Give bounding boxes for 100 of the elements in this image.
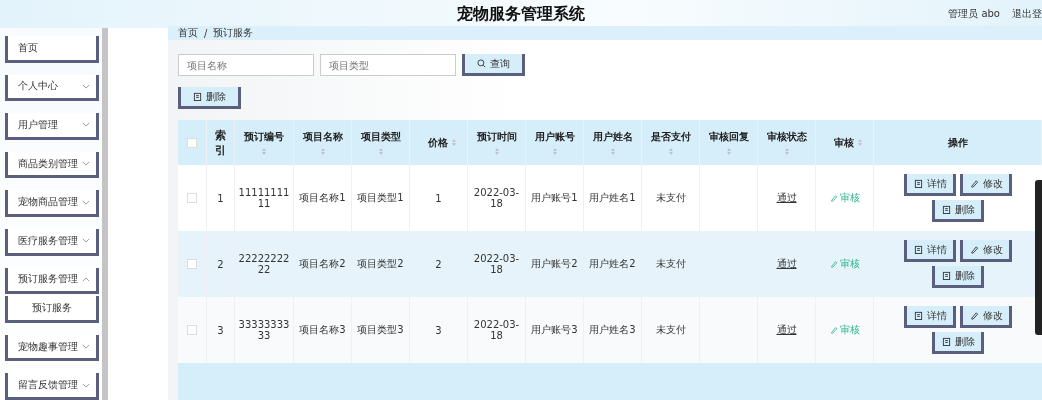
user-label: 管理员 abo (948, 7, 1000, 21)
table-cell: 项目类型2 (357, 257, 404, 271)
table-cell: 1 (435, 192, 442, 204)
column-header: 审核回复 (708, 130, 749, 144)
detail-button[interactable]: 详情 (904, 240, 956, 262)
menu-label: 医疗服务管理 (18, 233, 78, 248)
sort-icon[interactable] (378, 148, 383, 155)
detail-button[interactable]: 详情 (904, 306, 956, 328)
table-cell-text: 2022-03-18 (472, 187, 521, 209)
column-header: 索引 (215, 127, 226, 158)
table-cell: 未支付 (655, 323, 686, 337)
breadcrumb-link[interactable]: 首页 (178, 26, 198, 40)
table-cell: 用户姓名3 (589, 323, 636, 337)
table-cell: 1 (217, 192, 224, 204)
edit-button[interactable]: 修改 (960, 240, 1012, 262)
pen-icon (829, 326, 838, 334)
sidebar-subitem[interactable]: 预订服务 (5, 296, 99, 323)
sort-icon[interactable] (668, 148, 673, 155)
document-icon (913, 245, 923, 254)
pen-icon (969, 179, 979, 188)
column-header: 用户姓名 (592, 130, 633, 144)
sort-icon[interactable] (262, 148, 266, 155)
row-checkbox[interactable] (187, 193, 197, 203)
sort-icon[interactable] (320, 148, 325, 155)
search-field[interactable]: 项目名称 (178, 54, 314, 76)
sidebar-item[interactable]: 预订服务管理 (5, 267, 99, 295)
table-cell: 2222222222 (238, 253, 290, 275)
sort-icon[interactable] (610, 148, 615, 155)
column-header: 价格 (426, 135, 448, 150)
sort-icon[interactable] (784, 148, 789, 155)
sort-icon[interactable] (726, 148, 731, 155)
table-cell: 未支付 (655, 257, 686, 271)
table-cell: 用户姓名2 (589, 257, 636, 271)
select-all-checkbox[interactable] (187, 137, 197, 148)
trash-icon (941, 205, 951, 214)
sidebar-item[interactable]: 商品类别管理 (5, 151, 99, 179)
table-cell: 用户账号2 (531, 257, 578, 271)
table-cell: 3 (217, 324, 224, 336)
table-cell: 2 (435, 258, 442, 270)
menu-label: 用户管理 (18, 118, 58, 132)
table-cell: 用户账号1 (531, 191, 578, 205)
scrollbar[interactable] (102, 28, 108, 400)
sidebar-item[interactable]: 用户管理 (5, 113, 99, 140)
table-cell: 2 (217, 258, 224, 270)
document-icon (913, 311, 923, 320)
search-button[interactable]: 查询 (462, 54, 525, 76)
sidebar-item[interactable]: 宠物商品管理 (5, 190, 99, 217)
column-header: 审核 (832, 135, 854, 150)
menu-label: 商品类别管理 (18, 156, 78, 171)
sidebar-item[interactable]: 首页 (5, 36, 99, 63)
table-cell: 1111111111 (238, 187, 290, 209)
breadcrumb-separator: / (204, 27, 208, 39)
column-header: 操作 (947, 135, 968, 150)
pen-icon (829, 260, 838, 268)
row-checkbox[interactable] (187, 325, 197, 335)
sidebar-item[interactable]: 留言反馈管理 (5, 373, 99, 400)
sort-icon[interactable] (494, 148, 499, 155)
delete-button[interactable]: 删除 (932, 200, 984, 222)
table-cell-text: 2022-03-18 (472, 253, 521, 275)
column-header: 是否支付 (650, 130, 691, 144)
edit-button[interactable]: 修改 (960, 174, 1012, 196)
breadcrumb-link[interactable]: 预订服务 (213, 26, 254, 40)
table-cell: 未支付 (655, 191, 686, 205)
logout-link[interactable]: 退出登 (1012, 7, 1042, 21)
menu-label: 预订服务管理 (18, 272, 78, 287)
delete-button[interactable]: 删除 (178, 87, 241, 109)
document-icon (913, 179, 923, 188)
search-field[interactable]: 项目类型 (320, 54, 456, 76)
table-cell: 3333333333 (238, 319, 290, 341)
menu-label: 留言反馈管理 (18, 378, 78, 393)
column-header: 预订编号 (244, 130, 284, 144)
trash-icon (941, 271, 951, 280)
table-cell: 通过 (776, 323, 797, 337)
table-cell: 用户账号3 (531, 323, 578, 337)
sidebar-item[interactable]: 医疗服务管理 (5, 228, 99, 256)
table-cell: 通过 (776, 191, 797, 205)
menu-label: 个人中心 (18, 79, 58, 94)
sort-icon[interactable] (857, 139, 862, 146)
sort-icon[interactable] (451, 139, 456, 146)
detail-button[interactable]: 详情 (904, 174, 956, 196)
table-cell: 项目类型1 (357, 191, 404, 205)
sidebar-item[interactable]: 宠物趣事管理 (5, 334, 99, 362)
app-title: 宠物服务管理系统 (457, 3, 585, 25)
menu-label: 宠物趣事管理 (18, 339, 78, 354)
table-cell: 用户姓名1 (589, 191, 636, 205)
menu-label: 宠物商品管理 (18, 195, 78, 210)
sidebar-item[interactable]: 个人中心 (5, 74, 99, 102)
delete-button[interactable]: 删除 (932, 332, 984, 354)
edit-button[interactable]: 修改 (960, 306, 1012, 328)
table-cell: 通过 (776, 257, 797, 271)
column-header: 项目类型 (360, 130, 401, 144)
search-icon (477, 59, 486, 68)
sort-icon[interactable] (552, 148, 557, 155)
table-cell: 3 (435, 324, 442, 336)
delete-button[interactable]: 删除 (932, 266, 984, 288)
row-checkbox[interactable] (187, 259, 197, 269)
trash-icon (193, 92, 202, 101)
table-cell: 项目名称2 (299, 257, 346, 271)
table-cell: 项目名称1 (299, 191, 346, 205)
column-header: 预订时间 (476, 130, 517, 144)
